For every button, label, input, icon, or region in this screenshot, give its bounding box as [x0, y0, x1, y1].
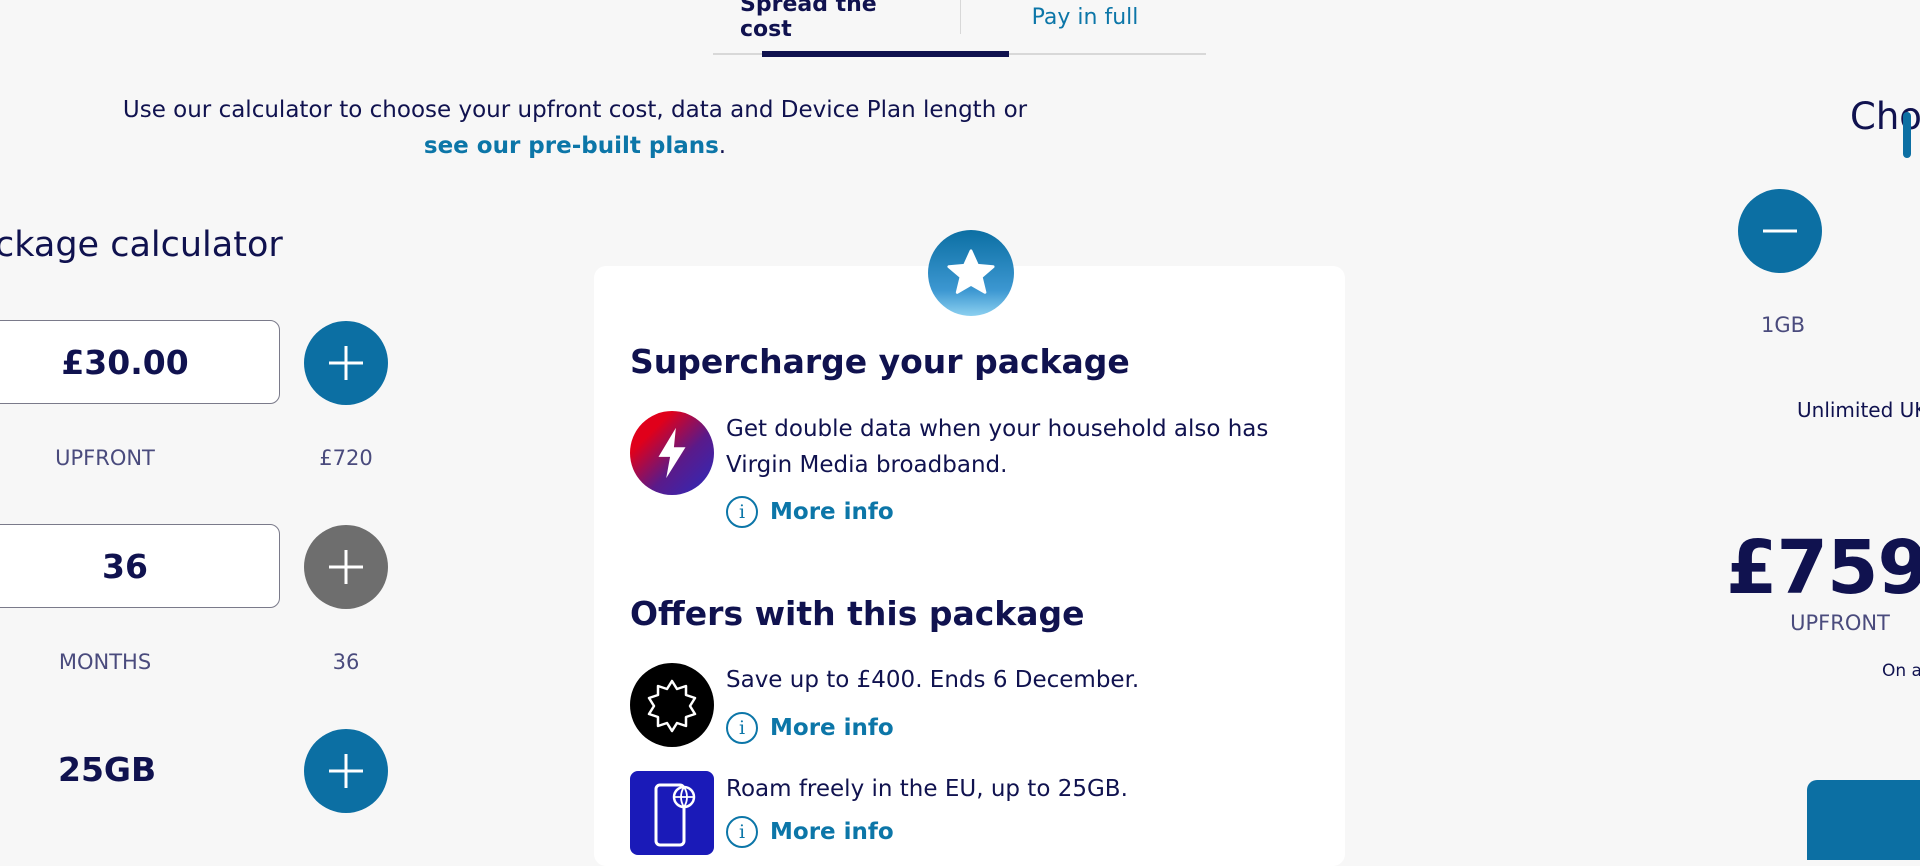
offers-heading: Offers with this package: [630, 594, 1085, 633]
data-increase-button[interactable]: [304, 729, 388, 813]
info-icon: i: [726, 816, 758, 848]
more-info-label: More info: [770, 715, 894, 741]
months-label: MONTHS: [58, 650, 152, 674]
unlimited-uk-text: Unlimited UK: [1797, 398, 1920, 422]
tab-active-indicator: [762, 51, 1009, 57]
package-calculator-title: ckage calculator: [0, 225, 283, 265]
plus-icon: [329, 346, 363, 380]
price-upfront-label: UPFRONT: [1790, 611, 1890, 635]
plus-icon: [329, 754, 363, 788]
upfront-label: UPFRONT: [55, 446, 155, 470]
upfront-input[interactable]: £30.00: [0, 320, 280, 404]
months-max-label: 36: [332, 650, 360, 674]
roaming-phone-icon: [630, 771, 714, 855]
continue-button[interactable]: [1807, 780, 1920, 860]
plus-icon: [329, 550, 363, 584]
pre-built-plans-link[interactable]: see our pre-built plans: [424, 133, 719, 159]
more-info-label: More info: [770, 819, 894, 845]
calculator-intro: Use our calculator to choose your upfron…: [40, 92, 1110, 164]
info-icon: i: [726, 712, 758, 744]
minus-icon: [1763, 229, 1797, 233]
tab-pay-in-full[interactable]: Pay in full: [1010, 0, 1160, 34]
price-note: On a: [1882, 661, 1920, 681]
upfront-price: £759.0: [1726, 525, 1920, 611]
months-input[interactable]: 36: [0, 524, 280, 608]
data-allowance-value: 25GB: [58, 750, 157, 789]
intro-text: Use our calculator to choose your upfron…: [122, 97, 1028, 123]
star-icon: [947, 249, 995, 294]
upfront-increase-button[interactable]: [304, 321, 388, 405]
offer-save-text: Save up to £400. Ends 6 December.: [726, 667, 1140, 693]
data-decrease-button[interactable]: [1738, 189, 1822, 273]
months-increase-button[interactable]: [304, 525, 388, 609]
upfront-max-label: £720: [319, 446, 373, 470]
right-panel-scroll-indicator[interactable]: [1903, 112, 1911, 158]
supercharge-heading: Supercharge your package: [630, 342, 1130, 381]
more-info-label: More info: [770, 499, 894, 525]
starburst-offer-icon: [630, 663, 714, 747]
offer-save-more-info-link[interactable]: i More info: [726, 712, 894, 744]
info-icon: i: [726, 496, 758, 528]
data-min-label: 1GB: [1760, 313, 1806, 337]
tab-spread-the-cost[interactable]: Spread the cost: [740, 0, 936, 42]
price-main: £759: [1726, 525, 1920, 611]
star-badge-icon: [928, 230, 1014, 316]
intro-suffix: .: [718, 133, 727, 159]
offer-roam-text: Roam freely in the EU, up to 25GB.: [726, 776, 1128, 802]
offer-roam-more-info-link[interactable]: i More info: [726, 816, 894, 848]
supercharge-more-info-link[interactable]: i More info: [726, 496, 894, 528]
supercharge-text: Get double data when your household also…: [726, 416, 1269, 478]
tab-divider: [960, 0, 961, 34]
lightning-icon: [630, 411, 714, 495]
